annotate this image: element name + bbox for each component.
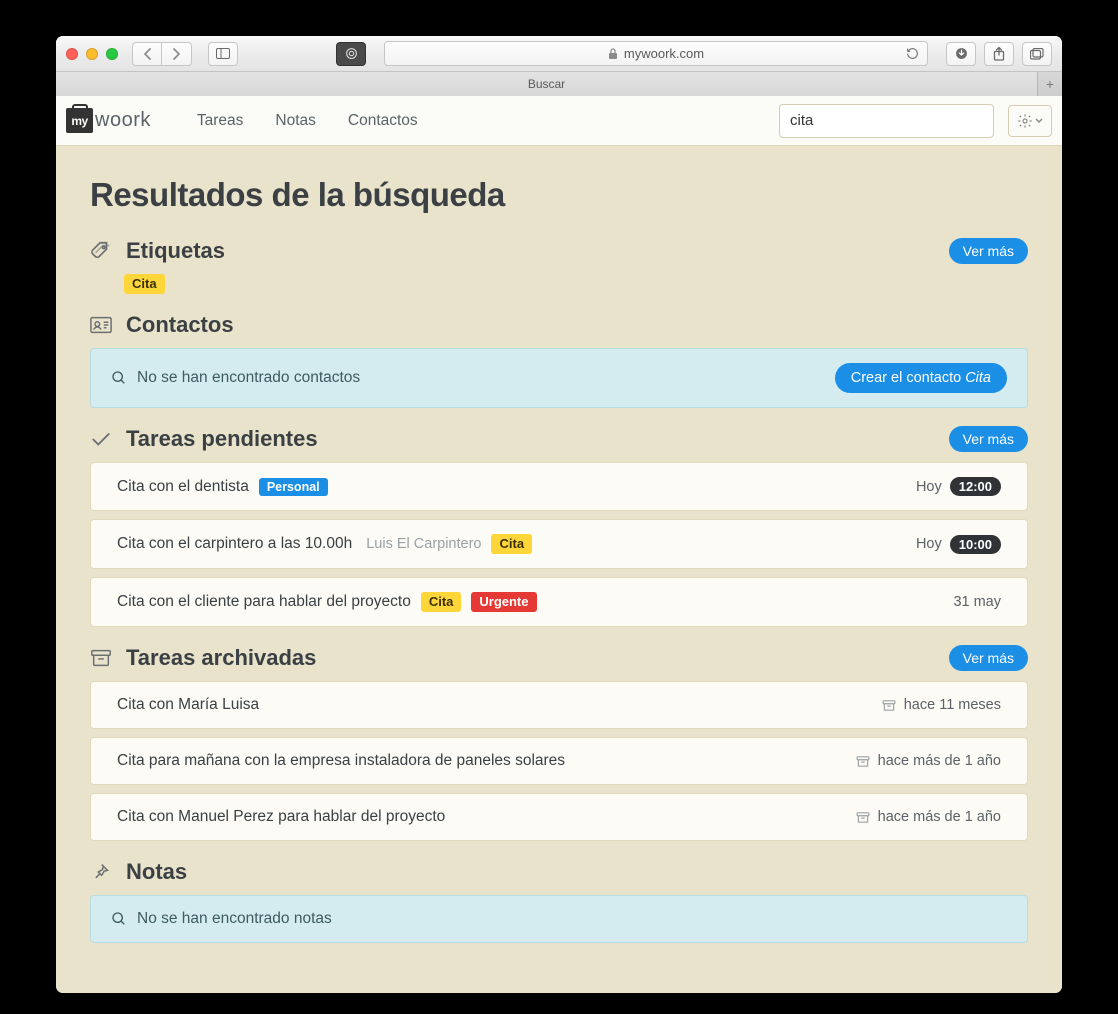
task-title: Cita con el dentista — [117, 478, 249, 496]
task-time: 10:00 — [950, 535, 1001, 554]
site-settings-button[interactable] — [336, 42, 366, 66]
contact-card-icon — [90, 316, 112, 334]
nav-tareas[interactable]: Tareas — [197, 112, 244, 130]
browser-tab[interactable]: Buscar — [56, 72, 1038, 96]
section-pendientes-title: Tareas pendientes — [126, 426, 935, 452]
browser-window: mywoork.com Buscar + my woork — [56, 36, 1062, 993]
archived-title: Cita con Manuel Perez para hablar del pr… — [117, 808, 445, 826]
tag-cita[interactable]: Cita — [421, 592, 462, 612]
contactos-empty-box: No se han encontrado contactos Crear el … — [90, 348, 1028, 408]
ver-mas-etiquetas[interactable]: Ver más — [949, 238, 1028, 264]
brand-name[interactable]: woork — [95, 109, 151, 132]
task-title: Cita con el carpintero a las 10.00h — [117, 535, 352, 553]
forward-button[interactable] — [162, 42, 192, 66]
task-row[interactable]: Cita con el carpintero a las 10.00h Luis… — [90, 519, 1028, 569]
archived-title: Cita con María Luisa — [117, 696, 259, 714]
tag-icon — [90, 240, 112, 262]
section-notas-header: Notas — [90, 859, 1028, 885]
section-etiquetas-header: Etiquetas Ver más — [90, 238, 1028, 264]
section-contactos-header: Contactos — [90, 312, 1028, 338]
share-button[interactable] — [984, 42, 1014, 66]
ver-mas-archivadas[interactable]: Ver más — [949, 645, 1028, 671]
archived-row[interactable]: Cita con Manuel Perez para hablar del pr… — [90, 793, 1028, 841]
app-navbar: my woork Tareas Notas Contactos — [56, 96, 1062, 146]
archived-when: hace 11 meses — [904, 697, 1001, 713]
task-date: Hoy — [916, 479, 942, 495]
reload-icon[interactable] — [906, 47, 919, 60]
contactos-empty-text: No se han encontrado contactos — [137, 369, 360, 387]
section-pendientes-header: Tareas pendientes Ver más — [90, 426, 1028, 452]
new-tab-button[interactable]: + — [1038, 72, 1062, 96]
archive-icon — [90, 648, 112, 668]
nav-notas[interactable]: Notas — [275, 112, 316, 130]
tag-cita[interactable]: Cita — [491, 534, 532, 554]
tag-chip[interactable]: Cita — [124, 274, 165, 294]
tag-urgente[interactable]: Urgente — [471, 592, 536, 612]
archived-row[interactable]: Cita con María Luisa hace 11 meses — [90, 681, 1028, 729]
search-icon — [111, 911, 127, 927]
chevron-down-icon — [1035, 118, 1043, 124]
page-title: Resultados de la búsqueda — [90, 176, 1028, 214]
sidebar-toggle-button[interactable] — [208, 42, 238, 66]
section-archivadas-title: Tareas archivadas — [126, 645, 935, 671]
downloads-button[interactable] — [946, 42, 976, 66]
traffic-lights — [66, 48, 118, 60]
task-date: 31 may — [953, 594, 1001, 610]
settings-menu-button[interactable] — [1008, 105, 1052, 137]
check-icon — [90, 430, 112, 448]
task-title: Cita con el cliente para hablar del proy… — [117, 593, 411, 611]
archived-title: Cita para mañana con la empresa instalad… — [117, 752, 565, 770]
archived-when: hace más de 1 año — [878, 753, 1001, 769]
section-contactos-title: Contactos — [126, 312, 1028, 338]
task-row[interactable]: Cita con el cliente para hablar del proy… — [90, 577, 1028, 627]
pin-icon — [90, 862, 112, 882]
section-archivadas-header: Tareas archivadas Ver más — [90, 645, 1028, 671]
lock-icon — [608, 48, 618, 60]
archive-icon — [856, 811, 870, 824]
search-input[interactable] — [779, 104, 994, 138]
archived-row[interactable]: Cita para mañana con la empresa instalad… — [90, 737, 1028, 785]
task-time: 12:00 — [950, 477, 1001, 496]
tag-personal[interactable]: Personal — [259, 478, 328, 496]
url-bar[interactable]: mywoork.com — [384, 41, 928, 66]
task-row[interactable]: Cita con el dentista Personal Hoy 12:00 — [90, 462, 1028, 511]
section-etiquetas-title: Etiquetas — [126, 238, 935, 264]
archive-icon — [882, 699, 896, 712]
tab-strip: Buscar + — [56, 72, 1062, 96]
nav-contactos[interactable]: Contactos — [348, 112, 418, 130]
back-button[interactable] — [132, 42, 162, 66]
notas-empty-text: No se han encontrado notas — [137, 910, 332, 928]
titlebar: mywoork.com — [56, 36, 1062, 72]
section-notas-title: Notas — [126, 859, 1028, 885]
url-text: mywoork.com — [624, 46, 704, 61]
minimize-window-button[interactable] — [86, 48, 98, 60]
close-window-button[interactable] — [66, 48, 78, 60]
gear-icon — [1017, 113, 1033, 129]
brand-logo-icon[interactable]: my — [66, 108, 93, 133]
page-body: my woork Tareas Notas Contactos Resultad… — [56, 96, 1062, 993]
task-date: Hoy — [916, 536, 942, 552]
toolbar-right — [946, 42, 1052, 66]
notas-empty-box: No se han encontrado notas — [90, 895, 1028, 943]
archived-when: hace más de 1 año — [878, 809, 1001, 825]
back-forward-group — [132, 42, 192, 66]
ver-mas-pendientes[interactable]: Ver más — [949, 426, 1028, 452]
maximize-window-button[interactable] — [106, 48, 118, 60]
tabs-overview-button[interactable] — [1022, 42, 1052, 66]
crear-contacto-button[interactable]: Crear el contacto Cita — [835, 363, 1007, 393]
archive-icon — [856, 755, 870, 768]
search-icon — [111, 370, 127, 386]
task-person: Luis El Carpintero — [366, 536, 481, 552]
